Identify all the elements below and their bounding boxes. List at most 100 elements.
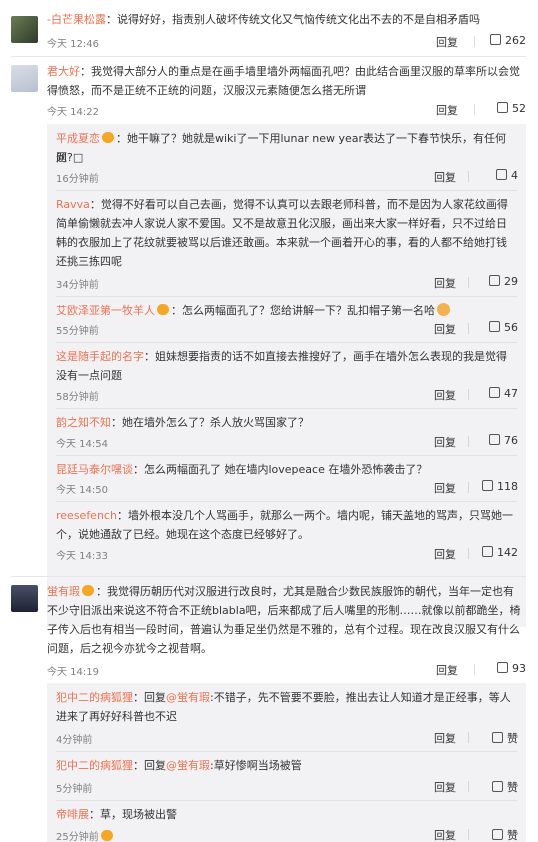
user-name[interactable]: 君大好	[47, 65, 80, 78]
user-name[interactable]: 艾欧泽亚第一牧羊人	[56, 304, 155, 317]
divider	[56, 190, 517, 191]
thumbs-up-icon	[482, 546, 493, 557]
reply-text: 觉得不好看可以自己去画，觉得不认真可以去跟老师科普，而不是因为人家花纹画得	[100, 198, 508, 211]
reply-thread: 平成夏恋 ：她干嘛了？她就是wiki了一下用lunar new year表达了一下…	[47, 124, 526, 627]
user-name[interactable]: 平成夏恋	[56, 132, 100, 145]
timestamp: 今天 14:54	[56, 439, 108, 450]
vip-badge-icon	[100, 830, 113, 841]
like-button[interactable]: 赞	[468, 779, 518, 795]
reply-text: 没有一点问题	[56, 369, 122, 382]
user-name[interactable]: 犯中二的病狐狸	[56, 691, 133, 704]
timestamp: 今天 14:33	[56, 551, 108, 562]
reply-button[interactable]: 回复	[434, 779, 456, 795]
thumbs-up-icon	[489, 321, 500, 332]
timestamp: 今天 14:50	[56, 485, 108, 496]
user-name[interactable]: 蛍有瑕	[47, 585, 80, 598]
thumbs-up-icon	[492, 829, 503, 840]
reply-button[interactable]: 回复	[434, 546, 456, 562]
comment-text: 子传入后也有相当一段时间，普遍认为垂足坐仍然是不雅的，总有个过程。现在改良汉服又…	[47, 623, 520, 636]
reply-button[interactable]: 回复	[434, 275, 456, 291]
vip-badge-icon	[157, 304, 169, 315]
user-name[interactable]: Ravva	[56, 198, 90, 211]
divider	[56, 408, 517, 409]
reply-button[interactable]: 回复	[434, 169, 456, 185]
thumbs-up-icon	[497, 102, 508, 113]
comment-text: 我觉得大部分人的重点是在画手墙里墙外两幅面孔吧？由此结合画里汉服的草率所以会觉	[91, 65, 520, 78]
avatar[interactable]	[11, 585, 38, 612]
user-name[interactable]: 犯中二的病狐狸	[56, 759, 133, 772]
mention-link[interactable]: @蛍有瑕	[166, 691, 210, 704]
reply-text: :不错子，先不管要不要脸，推出去让人知道才是正经事，等人	[210, 691, 511, 704]
reply-text: 题?□	[56, 151, 84, 164]
reply-thread: 犯中二的病狐狸：回复@蛍有瑕:不错子，先不管要不要脸，推出去让人知道才是正经事，…	[47, 683, 526, 842]
like-button[interactable]: 93	[474, 662, 526, 675]
reply-button[interactable]: 回复	[436, 34, 458, 50]
divider	[56, 800, 517, 801]
reply-button[interactable]: 回复	[436, 102, 458, 118]
thumbs-up-icon	[489, 275, 500, 286]
like-button[interactable]: 赞	[468, 730, 518, 746]
divider	[56, 455, 517, 456]
comment-text: 问题，后之视今亦犹今之视昔啊。	[47, 642, 212, 655]
comment-text: 得愤怒，而不是正统不正统的问题，汉服汉元素随便怎么搭无所谓	[47, 84, 366, 97]
timestamp: 55分钟前	[56, 326, 99, 337]
timestamp: 16分钟前	[56, 174, 99, 185]
timestamp: 4分钟前	[56, 735, 93, 746]
like-button[interactable]: 52	[474, 102, 526, 115]
divider	[56, 342, 517, 343]
reply-text: 简单偷懒就去冲人家说人家不爱国。又不是故意丑化汉服，画出来大家一样好看，只不过给…	[56, 217, 507, 230]
reply-text: 怎么两幅面孔了？您给讲解一下？乱扣帽子第一名哈	[182, 304, 435, 317]
like-button[interactable]: 76	[468, 434, 518, 447]
comment: 君大好：我觉得大部分人的重点是在画手墙里墙外两幅面孔吧？由此结合画里汉服的草率所…	[0, 57, 538, 627]
reply-text: :草好惨啊当场被管	[210, 759, 302, 772]
like-button[interactable]: 赞	[468, 827, 518, 842]
reply-button[interactable]: 回复	[434, 730, 456, 746]
reply-text: 草，现场被出警	[100, 808, 177, 821]
comment-text: 不少守旧派出来说这不符合不正统blabla吧，后来都成了后人嘴里的形制……就像以…	[47, 604, 521, 617]
timestamp: 34分钟前	[56, 280, 99, 291]
reply-text: 韩的衣服加上了花纹就要被骂以后谁还敢画。本来就一个画着开心的事，看的人都不给她打…	[56, 236, 507, 249]
like-button[interactable]: 118	[468, 480, 518, 493]
comment: -白芒果松露：说得好好，指责别人破坏传统文化又气恼传统文化出不去的不是自相矛盾吗…	[0, 0, 538, 56]
reply-button[interactable]: 回复	[434, 480, 456, 496]
user-name[interactable]: 帝啡展	[56, 808, 89, 821]
thumbs-up-icon	[492, 732, 503, 743]
timestamp: 25分钟前	[56, 832, 99, 842]
timestamp: 今天 12:46	[47, 39, 99, 50]
reply-button[interactable]: 回复	[434, 387, 456, 403]
vip-badge-icon	[102, 132, 114, 143]
mention-link[interactable]: @蛍有瑕	[166, 759, 210, 772]
user-name[interactable]: -白芒果松露	[47, 13, 106, 26]
divider	[56, 296, 517, 297]
reply-text: 怎么两幅面孔了 她在墙内lovepeace 在墙外恐怖袭击了？	[144, 463, 428, 476]
avatar[interactable]	[11, 16, 38, 43]
reply-text: 姐妹想要指责的话不如直接去推搜好了，画手在墙外怎么表现的我是觉得	[155, 350, 507, 363]
like-button[interactable]: 56	[468, 321, 518, 334]
divider	[56, 501, 517, 502]
reply-text: 还挑三拣四呢	[56, 255, 122, 268]
like-button[interactable]: 29	[468, 275, 518, 288]
reply-button[interactable]: 回复	[436, 662, 458, 678]
timestamp: 今天 14:19	[47, 667, 99, 678]
comment: 蛍有瑕 ：我觉得历朝历代对汉服进行改良时，尤其是融合少数民族服饰的朝代，当年一定也…	[0, 577, 538, 842]
reply-text: 进来了再好好科普也不迟	[56, 710, 177, 723]
avatar[interactable]	[11, 65, 38, 92]
reply-button[interactable]: 回复	[434, 434, 456, 450]
reply-text: 个，说她通敌了已经。她现在这个态度已经够好了。	[56, 528, 309, 541]
timestamp: 58分钟前	[56, 392, 99, 403]
user-name[interactable]: 昆廷马泰尔嘿谈	[56, 463, 133, 476]
timestamp: 今天 14:22	[47, 107, 99, 118]
reply-button[interactable]: 回复	[434, 827, 456, 842]
reply-button[interactable]: 回复	[434, 321, 456, 337]
user-name[interactable]: 这是随手起的名字	[56, 350, 144, 363]
thumbs-up-icon	[497, 662, 508, 673]
thumbs-up-icon	[490, 34, 501, 45]
user-name[interactable]: 韵之知不知	[56, 416, 111, 429]
like-button[interactable]: 4	[468, 169, 518, 182]
thumbs-up-icon	[482, 480, 493, 491]
like-button[interactable]: 47	[468, 387, 518, 400]
user-name[interactable]: reesefench	[56, 509, 117, 522]
like-button[interactable]: 262	[474, 34, 526, 47]
comment-text: 我觉得历朝历代对汉服进行改良时，尤其是融合少数民族服饰的朝代，当年一定也有	[107, 585, 514, 598]
like-button[interactable]: 142	[468, 546, 518, 559]
